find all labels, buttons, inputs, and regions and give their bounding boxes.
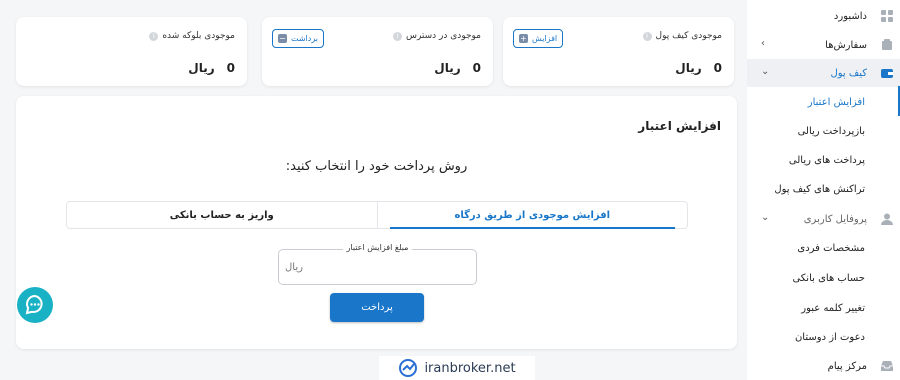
sidebar-item-label: بازپرداخت ریالی (797, 125, 865, 137)
sidebar-item-label: مرکز پیام (827, 360, 867, 372)
info-icon[interactable]: i (392, 31, 402, 41)
payment-method-prompt: روش پرداخت خود را انتخاب کنید: (285, 159, 468, 174)
sidebar-item-label: افزایش اعتبار (807, 96, 865, 108)
withdraw-button-label: برداشت (291, 34, 318, 43)
available-balance-card: موجودی در دسترس i − برداشت 0 ریال (262, 17, 493, 86)
sidebar-item-label: پروفایل کاربری (803, 213, 867, 225)
card-title: موجودی بلوکه شده i (149, 31, 235, 41)
sidebar-item-bank-accounts[interactable]: حساب های بانکی (747, 264, 900, 292)
sidebar-item-wallet[interactable]: کیف پول ⌄ (747, 59, 900, 87)
amount-field[interactable]: مبلغ افزایش اعتبار (278, 243, 477, 285)
blocked-balance-value: 0 ریال (188, 61, 235, 75)
payment-method-tabs: واریز به حساب بانکی افزایش موجودی از طری… (66, 201, 688, 229)
available-balance-title: موجودی در دسترس (405, 31, 481, 41)
inbox-icon (881, 361, 893, 371)
user-icon (881, 213, 893, 225)
logo-icon (399, 359, 418, 377)
sidebar-item-label: تغییر کلمه عبور (801, 302, 865, 314)
sidebar-item-wallet-transactions[interactable]: تراکنش های کیف پول (747, 175, 900, 203)
sidebar-item-rial-refund[interactable]: بازپرداخت ریالی (747, 117, 900, 145)
amount-input[interactable] (285, 258, 405, 276)
sidebar-item-dashboard[interactable]: داشبورد (747, 2, 900, 30)
watermark-text: iranbroker.net (424, 360, 516, 376)
sidebar-item-invite-friends[interactable]: دعوت از دوستان (747, 323, 900, 351)
pay-button[interactable]: پرداخت (330, 293, 424, 322)
chat-icon (25, 294, 43, 315)
chevron-down-icon: ⌄ (761, 212, 770, 223)
wallet-icon (881, 69, 893, 78)
blocked-balance-title: موجودی بلوکه شده (162, 31, 235, 41)
blocked-balance-card: موجودی بلوکه شده i 0 ریال (16, 17, 247, 86)
sidebar-item-label: پرداخت های ریالی (788, 154, 865, 166)
sidebar-item-orders[interactable]: سفارش‌ها › (747, 31, 900, 59)
orders-icon (882, 39, 892, 50)
sidebar-item-rial-payments[interactable]: پرداخت های ریالی (747, 146, 900, 174)
sidebar: داشبورد سفارش‌ها › کیف پول ⌄ افزایش اعتب… (747, 0, 900, 380)
sidebar-item-profile[interactable]: پروفایل کاربری ⌄ (747, 205, 900, 233)
minus-icon: − (278, 34, 287, 43)
tab-gateway-label: افزایش موجودی از طریق درگاه (454, 209, 611, 221)
chevron-down-icon: ⌄ (761, 66, 770, 77)
sidebar-item-change-password[interactable]: تغییر کلمه عبور (747, 294, 900, 322)
sidebar-item-label: سفارش‌ها (825, 39, 867, 51)
watermark: iranbroker.net (379, 356, 535, 380)
page-title: افزایش اعتبار (638, 119, 721, 133)
card-title: موجودی در دسترس i (392, 31, 481, 41)
chat-button[interactable] (17, 287, 53, 323)
info-icon[interactable]: i (149, 31, 159, 41)
sidebar-item-personal-info[interactable]: مشخصات فردی (747, 234, 900, 262)
sidebar-item-label: دعوت از دوستان (794, 331, 865, 343)
tab-bank-deposit[interactable]: واریز به حساب بانکی (67, 202, 378, 228)
amount: 0 (472, 61, 481, 75)
increase-credit-panel: افزایش اعتبار روش پرداخت خود را انتخاب ک… (16, 96, 737, 349)
dashboard-icon (881, 10, 893, 22)
amount-field-label: مبلغ افزایش اعتبار (342, 243, 413, 252)
plus-icon: + (519, 34, 528, 43)
amount: 0 (713, 61, 722, 75)
sidebar-item-label: مشخصات فردی (797, 242, 865, 254)
sidebar-item-label: داشبورد (833, 10, 867, 22)
available-balance-value: 0 ریال (434, 61, 481, 75)
sidebar-item-messages[interactable]: مرکز پیام (747, 352, 900, 380)
tab-bank-deposit-label: واریز به حساب بانکی (169, 209, 274, 221)
sidebar-item-label: تراکنش های کیف پول (774, 183, 865, 195)
amount: 0 (226, 61, 235, 75)
increase-button[interactable]: + افزایش (513, 29, 564, 48)
card-title: موجودی کیف پول i (642, 31, 722, 41)
currency-unit: ریال (188, 61, 215, 75)
sidebar-item-label: کیف پول (830, 67, 867, 79)
wallet-balance-title: موجودی کیف پول (655, 31, 722, 41)
info-icon[interactable]: i (642, 31, 652, 41)
sidebar-item-increase-credit[interactable]: افزایش اعتبار (747, 88, 900, 116)
increase-button-label: افزایش (532, 34, 558, 43)
wallet-balance-value: 0 ریال (675, 61, 722, 75)
chevron-right-icon: › (761, 38, 765, 49)
currency-unit: ریال (434, 61, 461, 75)
sidebar-item-label: حساب های بانکی (792, 272, 865, 284)
withdraw-button[interactable]: − برداشت (272, 29, 324, 48)
currency-unit: ریال (675, 61, 702, 75)
wallet-balance-card: موجودی کیف پول i + افزایش 0 ریال (503, 17, 734, 86)
tab-gateway[interactable]: افزایش موجودی از طریق درگاه (378, 202, 688, 229)
